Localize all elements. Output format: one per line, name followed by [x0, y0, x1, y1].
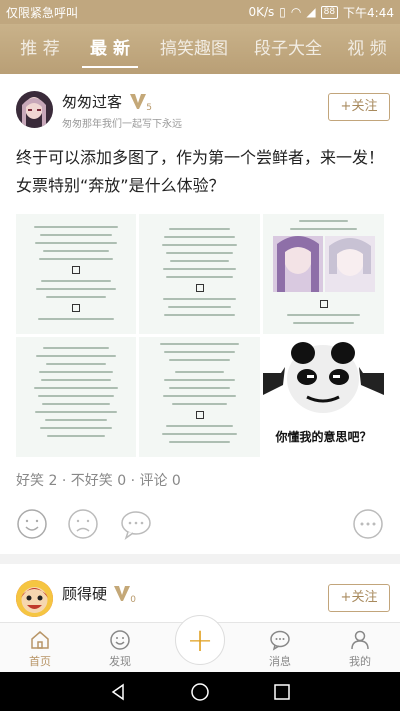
publish-button[interactable]: + [175, 615, 225, 665]
likes-count: 2 [48, 473, 58, 489]
nav-home-label: 首页 [29, 655, 51, 668]
meme-caption: 你懂我的意思吧？ [275, 430, 372, 444]
nav-discover[interactable]: 发现 [90, 629, 150, 669]
nav-home[interactable]: 首页 [10, 629, 70, 669]
battery-icon: 88 [320, 5, 339, 19]
recents-icon[interactable] [272, 682, 292, 702]
comments-count: 0 [171, 473, 181, 489]
post-image[interactable] [139, 337, 260, 457]
username[interactable]: 匆匆过客 [62, 91, 122, 112]
status-bar: 仅限紧急呼叫 0K/s ▯ ◠ ◢ 88 下午4:44 [0, 0, 400, 24]
level-badge-icon: 0 [112, 583, 136, 605]
level-number: 0 [130, 595, 136, 605]
net-speed: 0K/s [248, 5, 275, 19]
profile-icon [351, 630, 369, 650]
status-icons: 0K/s ▯ ◠ ◢ 88 下午4:44 [248, 4, 394, 21]
bottom-nav: 首页 发现 + 消息 我的 [0, 615, 400, 672]
post-image[interactable] [139, 214, 260, 334]
nav-messages-label: 消息 [269, 655, 291, 668]
nav-profile[interactable]: 我的 [330, 629, 390, 669]
post-stats: 好笑 2 · 不好笑 0 · 评论 0 [16, 470, 181, 490]
post-divider [0, 554, 400, 564]
separator: · [61, 473, 67, 489]
tab-funny-pics[interactable]: 搞笑趣图 [146, 24, 242, 74]
wifi-icon: ◠ [290, 5, 302, 19]
signal-icon: ◢ [306, 5, 316, 19]
follow-button[interactable]: +关注 [328, 93, 390, 121]
nav-profile-label: 我的 [349, 655, 371, 668]
tab-video[interactable]: 视 频 [334, 24, 400, 74]
level-badge-icon: 5 [128, 91, 152, 113]
home-icon [31, 631, 49, 649]
post-user-row: 匆匆过客 5 匆匆那年我们一起写下永远 +关注 [16, 91, 390, 135]
level-number: 5 [146, 103, 152, 113]
post-actions [16, 508, 384, 540]
tab-latest[interactable]: 最 新 [74, 24, 146, 74]
discover-icon [110, 630, 130, 650]
tab-recommend[interactable]: 推 荐 [6, 24, 74, 74]
avatar[interactable] [16, 580, 53, 617]
post-image-grid: 你懂我的意思吧？ [16, 214, 384, 462]
carrier-text: 仅限紧急呼叫 [6, 5, 79, 20]
tab-jokes[interactable]: 段子大全 [242, 24, 334, 74]
post-text[interactable]: 终于可以添加多图了，作为第一个尝鲜者，来一发！女票特别“奔放”是什么体验？ [16, 144, 386, 200]
clock: 下午4:44 [343, 5, 394, 20]
back-icon[interactable] [108, 682, 128, 702]
post-image[interactable] [263, 214, 384, 334]
category-tabs: 推 荐 最 新 搞笑趣图 段子大全 视 频 [0, 24, 400, 74]
more-icon[interactable] [352, 508, 384, 540]
frown-icon[interactable] [67, 508, 99, 540]
plus-icon: + [186, 621, 214, 659]
sim-icon: ▯ [279, 5, 286, 19]
post-image[interactable] [16, 214, 136, 334]
comments-label: 评论 [139, 473, 168, 489]
follow-button[interactable]: +关注 [328, 584, 390, 612]
user-signature: 匆匆那年我们一起写下永远 [62, 119, 182, 130]
system-nav-bar [0, 672, 400, 711]
smile-icon[interactable] [16, 508, 48, 540]
post-image[interactable] [16, 337, 136, 457]
home-circle-icon[interactable] [190, 682, 210, 702]
comment-icon[interactable] [120, 508, 152, 540]
nav-messages[interactable]: 消息 [250, 629, 310, 669]
dislikes-count: 0 [117, 473, 127, 489]
dislikes-label: 不好笑 [70, 473, 113, 489]
likes-label: 好笑 [16, 473, 44, 489]
message-icon [270, 630, 290, 651]
separator: · [130, 473, 136, 489]
username[interactable]: 顾得硬 [62, 583, 107, 604]
meme-image[interactable]: 你懂我的意思吧？ [263, 337, 384, 457]
nav-discover-label: 发现 [109, 655, 131, 668]
avatar[interactable] [16, 91, 53, 128]
